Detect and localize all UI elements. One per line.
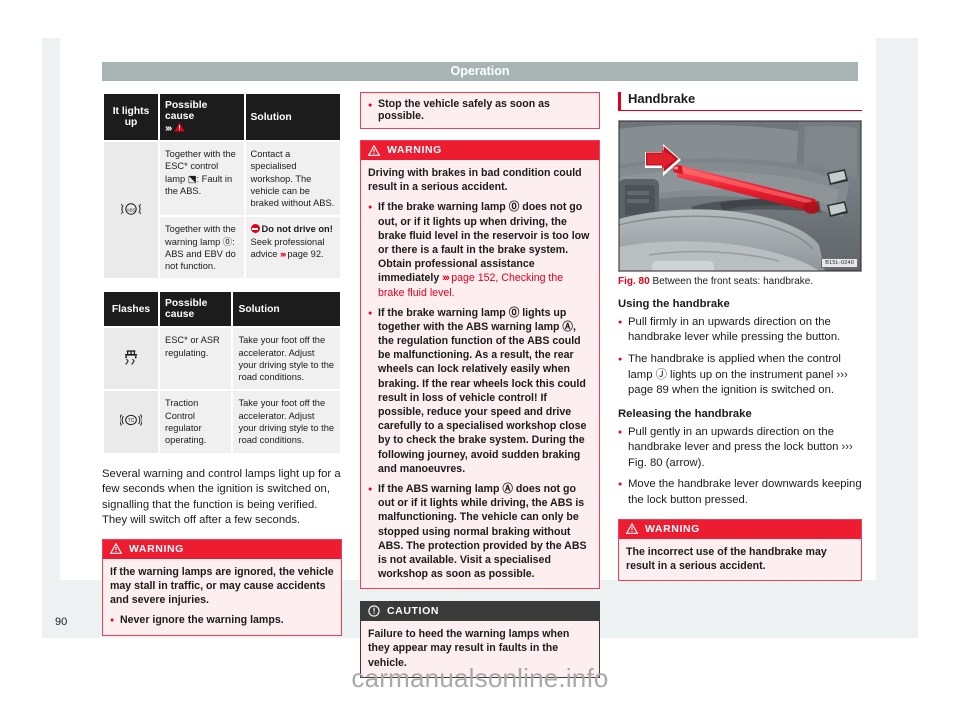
cell-solution-2-ref: page 92. bbox=[287, 248, 324, 259]
manual-page: Operation It lights up Possible cause ››… bbox=[0, 0, 960, 708]
warning-box-header: WARNING bbox=[619, 519, 861, 539]
cell-cause-3: ESC* or ASR regulating. bbox=[160, 328, 232, 390]
warning-bullet: Never ignore the warning lamps. bbox=[110, 613, 334, 628]
th-flashes: Flashes bbox=[104, 292, 158, 327]
cell-solution-1: Contact a specialised workshop. The vehi… bbox=[245, 142, 340, 216]
warning-triangle-icon bbox=[109, 542, 123, 555]
list-item: Pull firmly in an upwards direction on t… bbox=[618, 315, 862, 346]
warning-box-body: Driving with brakes in bad condition cou… bbox=[361, 160, 599, 588]
releasing-handbrake-list: Pull gently in an upwards direction on t… bbox=[618, 425, 862, 509]
table-row: ESC* or ASR regulating. Take your foot o… bbox=[104, 328, 340, 390]
chevron-right-icon: ››› bbox=[280, 248, 286, 259]
warning-box-header: WARNING bbox=[361, 141, 599, 160]
tc-lamp-glyph: TC bbox=[119, 412, 143, 431]
list-item: Pull gently in an upwards direction on t… bbox=[618, 425, 862, 472]
b1-a: If the brake warning lamp bbox=[378, 201, 509, 214]
abs-warning-lamp-icon: ABS bbox=[104, 142, 158, 279]
figure-caption: Fig. 80 Between the front seats: handbra… bbox=[618, 272, 862, 289]
warning-label: WARNING bbox=[387, 144, 442, 156]
column-left: It lights up Possible cause ››› Solution… bbox=[102, 92, 342, 647]
warning-intro: Driving with brakes in bad condition cou… bbox=[368, 167, 582, 194]
cell-solution-2: Do not drive on! Seek professional advic… bbox=[245, 217, 340, 279]
section-title-handbrake: Handbrake bbox=[618, 91, 862, 112]
table-row: ABS Together with the ESC* control lamp … bbox=[104, 142, 340, 279]
stop-vehicle-bullet: Stop the vehicle safely as soon as possi… bbox=[368, 98, 592, 122]
cell-cause-1: Together with the ESC* control lamp ⬔: F… bbox=[160, 142, 244, 216]
traction-control-lamp-icon: TC bbox=[104, 391, 158, 453]
caution-box-header: CAUTION bbox=[361, 602, 599, 622]
b3-b: does not go out or if it lights while dr… bbox=[378, 482, 587, 581]
svg-text:TC: TC bbox=[128, 418, 135, 424]
th-solution-2: Solution bbox=[233, 292, 340, 327]
table-header-row: It lights up Possible cause ››› Solution bbox=[104, 94, 340, 140]
brake-warning-lamp-icon: ⓪ bbox=[508, 201, 520, 214]
figure-image: B15L-0240 bbox=[618, 120, 862, 273]
warning-bullet-1: If the brake warning lamp ⓪ does not go … bbox=[368, 200, 592, 299]
warning-box-brakes: WARNING Driving with brakes in bad condi… bbox=[360, 140, 600, 590]
th-solution: Solution bbox=[245, 94, 340, 140]
warning-triangle-icon bbox=[625, 522, 639, 534]
column-right: Handbrake B15L-0240 Fig. 80 Between the … bbox=[618, 91, 862, 592]
caution-label: CAUTION bbox=[387, 605, 440, 618]
cell-solution-2-strong: Do not drive on! bbox=[261, 224, 333, 235]
using-handbrake-list: Pull firmly in an upwards direction on t… bbox=[618, 315, 862, 399]
figure-caption-text: Between the front seats: handbrake. bbox=[652, 276, 814, 288]
column-middle: Stop the vehicle safely as soon as possi… bbox=[360, 92, 600, 678]
list-item: Move the handbrake lever downwards keepi… bbox=[618, 477, 862, 508]
subsection-releasing-handbrake: Releasing the handbrake bbox=[618, 407, 752, 420]
figure-image-code: B15L-0240 bbox=[821, 258, 858, 269]
cell-solution-3: Take your foot off the accelerator. Adju… bbox=[233, 328, 340, 390]
table-row: TC Traction Control regulator operating.… bbox=[104, 391, 340, 453]
warning-label: WARNING bbox=[129, 542, 184, 555]
flashing-lamp-table: Flashes Possible cause Solution ESC* or … bbox=[102, 290, 342, 454]
warning-box-handbrake: WARNING The incorrect use of the handbra… bbox=[618, 518, 862, 581]
table-spacer bbox=[102, 280, 342, 290]
page-title: Operation bbox=[450, 64, 510, 78]
do-not-drive-icon bbox=[250, 224, 260, 234]
warning-text: If the warning lamps are ignored, the ve… bbox=[110, 565, 334, 607]
warning-box-body: The incorrect use of the handbrake may r… bbox=[626, 545, 827, 572]
svg-text:ABS: ABS bbox=[126, 207, 135, 212]
cell-solution-4: Take your foot off the accelerator. Adju… bbox=[233, 391, 340, 453]
table-header-row: Flashes Possible cause Solution bbox=[104, 292, 340, 327]
b3-a: If the ABS warning lamp bbox=[378, 482, 503, 495]
warning-box-body: If the warning lamps are ignored, the ve… bbox=[103, 559, 341, 635]
standalone-warning-bullet-box: Stop the vehicle safely as soon as possi… bbox=[360, 92, 600, 129]
watermark: carmanualsonline.info bbox=[351, 663, 609, 693]
figure-handbrake: B15L-0240 Fig. 80 Between the front seat… bbox=[618, 120, 862, 289]
chevron-right-icon: ››› bbox=[165, 123, 172, 134]
intro-paragraph: Several warning and control lamps light … bbox=[102, 467, 341, 527]
warning-bullet-3: If the ABS warning lamp Ⓐ does not go ou… bbox=[368, 482, 592, 581]
list-item: The handbrake is applied when the contro… bbox=[618, 352, 862, 399]
cell-cause-4: Traction Control regulator operating. bbox=[160, 391, 232, 453]
figure-number: Fig. 80 bbox=[618, 276, 650, 288]
warning-label: WARNING bbox=[645, 522, 700, 535]
warning-box-header: WARNING bbox=[103, 539, 341, 559]
warning-triangle-icon bbox=[174, 122, 185, 134]
page-number: 90 bbox=[55, 616, 68, 628]
warning-triangle-icon bbox=[367, 144, 381, 156]
abs-warning-lamp-icon: Ⓐ bbox=[502, 482, 513, 495]
warning-box-lamps: WARNING If the warning lamps are ignored… bbox=[102, 538, 342, 636]
th-it-lights-up: It lights up bbox=[104, 94, 158, 140]
chevron-right-icon: ››› bbox=[442, 272, 450, 285]
abs-lamp-glyph: ABS bbox=[119, 201, 143, 220]
b2-c: , the regulation function of the ABS cou… bbox=[378, 320, 587, 475]
cell-cause-2: Together with the warning lamp ⓪: ABS an… bbox=[160, 217, 244, 279]
th-possible-cause-2: Possible cause bbox=[160, 292, 232, 327]
brake-warning-lamp-icon: ⓪ bbox=[508, 306, 520, 319]
caution-exclamation-icon bbox=[368, 605, 380, 617]
abs-warning-lamp-icon: Ⓐ bbox=[562, 320, 574, 333]
warning-lamp-table: It lights up Possible cause ››› Solution… bbox=[102, 92, 342, 280]
b2-a: If the brake warning lamp bbox=[378, 306, 509, 319]
esc-lamp-glyph bbox=[122, 347, 140, 370]
esc-asr-skid-lamp-icon bbox=[104, 328, 158, 390]
warning-bullet-2: If the brake warning lamp ⓪ lights up to… bbox=[368, 306, 592, 476]
th-possible-cause-label: Possible cause bbox=[165, 100, 208, 122]
subsection-using-handbrake: Using the handbrake bbox=[618, 297, 730, 310]
th-possible-cause: Possible cause ››› bbox=[160, 94, 244, 140]
